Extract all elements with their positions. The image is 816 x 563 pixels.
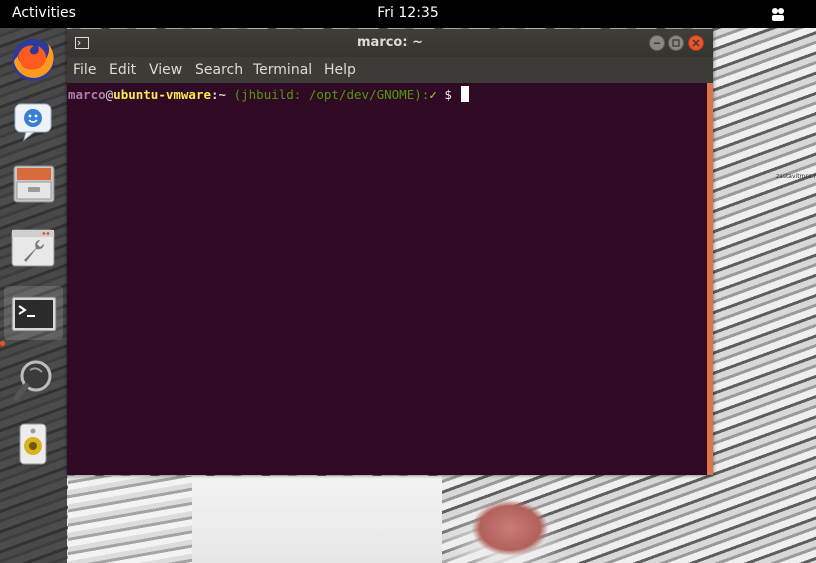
desktop-file-label[interactable]: zastavitmra.r — [776, 173, 816, 180]
firefox-icon — [12, 39, 54, 81]
clock[interactable]: Fri 12:35 — [0, 5, 816, 21]
top-bar: Activities Fri 12:35 — [0, 0, 816, 28]
close-button[interactable] — [688, 35, 704, 51]
scrollbar[interactable] — [707, 83, 713, 475]
prompt-jhbuild: (jhbuild: /opt/dev/GNOME) — [226, 87, 422, 102]
dock-item-sound[interactable] — [4, 416, 63, 470]
file-cabinet-icon — [13, 165, 55, 203]
dock-item-terminal[interactable] — [4, 286, 63, 340]
menu-view[interactable]: View — [149, 62, 182, 78]
terminal-output[interactable]: marco@ubuntu-vmware:~ (jhbuild: /opt/dev… — [67, 83, 707, 475]
menu-file[interactable]: File — [73, 62, 96, 78]
menu-edit[interactable]: Edit — [109, 62, 136, 78]
shell-prompt: marco@ubuntu-vmware:~ (jhbuild: /opt/dev… — [68, 86, 470, 102]
dock-item-files[interactable] — [4, 156, 63, 210]
dock — [0, 28, 67, 563]
prompt-host: ubuntu-vmware — [113, 87, 212, 102]
wallpaper-fur-light — [192, 476, 442, 563]
prompt-user: marco — [68, 87, 106, 102]
dock-item-chat[interactable] — [4, 94, 63, 148]
window-title: marco: ~ — [357, 35, 423, 50]
maximize-button[interactable] — [668, 35, 684, 51]
settings-wrench-icon — [11, 229, 55, 267]
minimize-button[interactable] — [649, 35, 665, 51]
prompt-dollar: $ — [436, 87, 460, 102]
prompt-check: ✓ — [429, 87, 437, 102]
text-cursor — [461, 86, 470, 102]
menu-terminal[interactable]: Terminal — [253, 62, 312, 78]
prompt-path: :~ — [211, 87, 227, 102]
terminal-icon — [11, 296, 57, 332]
title-bar[interactable]: marco: ~ — [67, 29, 713, 57]
running-indicator — [0, 341, 5, 346]
close-icon — [692, 39, 700, 47]
menu-help[interactable]: Help — [324, 62, 356, 78]
minimize-icon — [654, 42, 660, 44]
system-menu-icon[interactable] — [770, 6, 786, 22]
dock-item-firefox[interactable] — [4, 32, 63, 86]
terminal-window[interactable]: marco: ~ File Edit View Search Terminal … — [67, 29, 713, 475]
chat-icon — [14, 103, 52, 142]
speaker-icon — [19, 423, 47, 465]
menu-bar: File Edit View Search Terminal Help — [67, 57, 713, 83]
maximize-icon — [672, 39, 680, 47]
dock-item-settings[interactable] — [4, 220, 63, 274]
wallpaper-fur — [68, 476, 192, 563]
magnifier-icon — [13, 360, 52, 401]
menu-search[interactable]: Search — [195, 62, 243, 78]
dock-item-search[interactable] — [4, 352, 63, 406]
